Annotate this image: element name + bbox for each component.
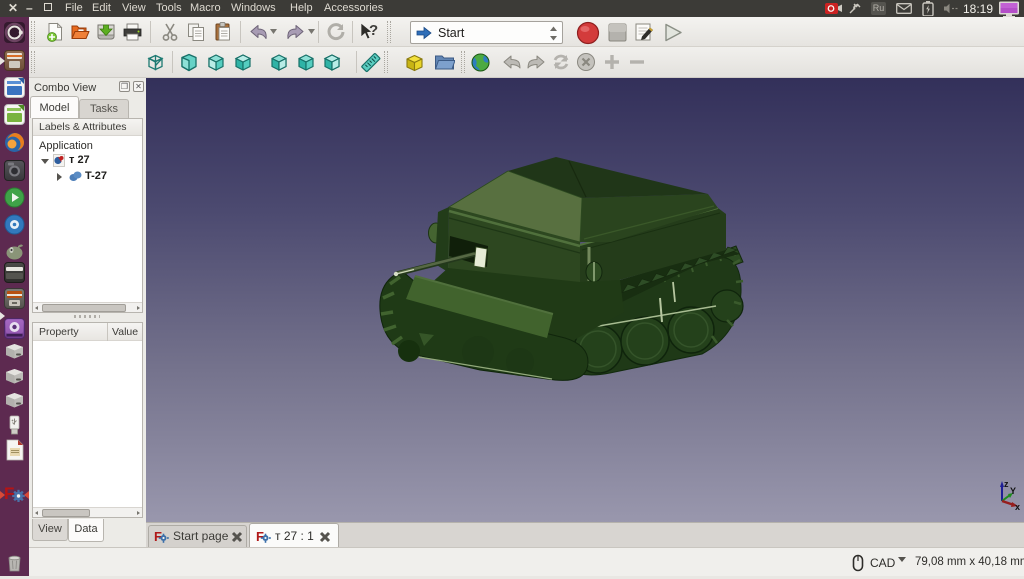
svg-text:Y: Y bbox=[1010, 486, 1016, 496]
svg-text:?: ? bbox=[369, 22, 378, 39]
svg-text:F: F bbox=[256, 529, 264, 544]
svg-text:F: F bbox=[154, 529, 162, 544]
svg-text:z: z bbox=[1004, 479, 1009, 489]
svg-text:F: F bbox=[4, 484, 14, 503]
svg-text:x: x bbox=[1015, 502, 1020, 512]
